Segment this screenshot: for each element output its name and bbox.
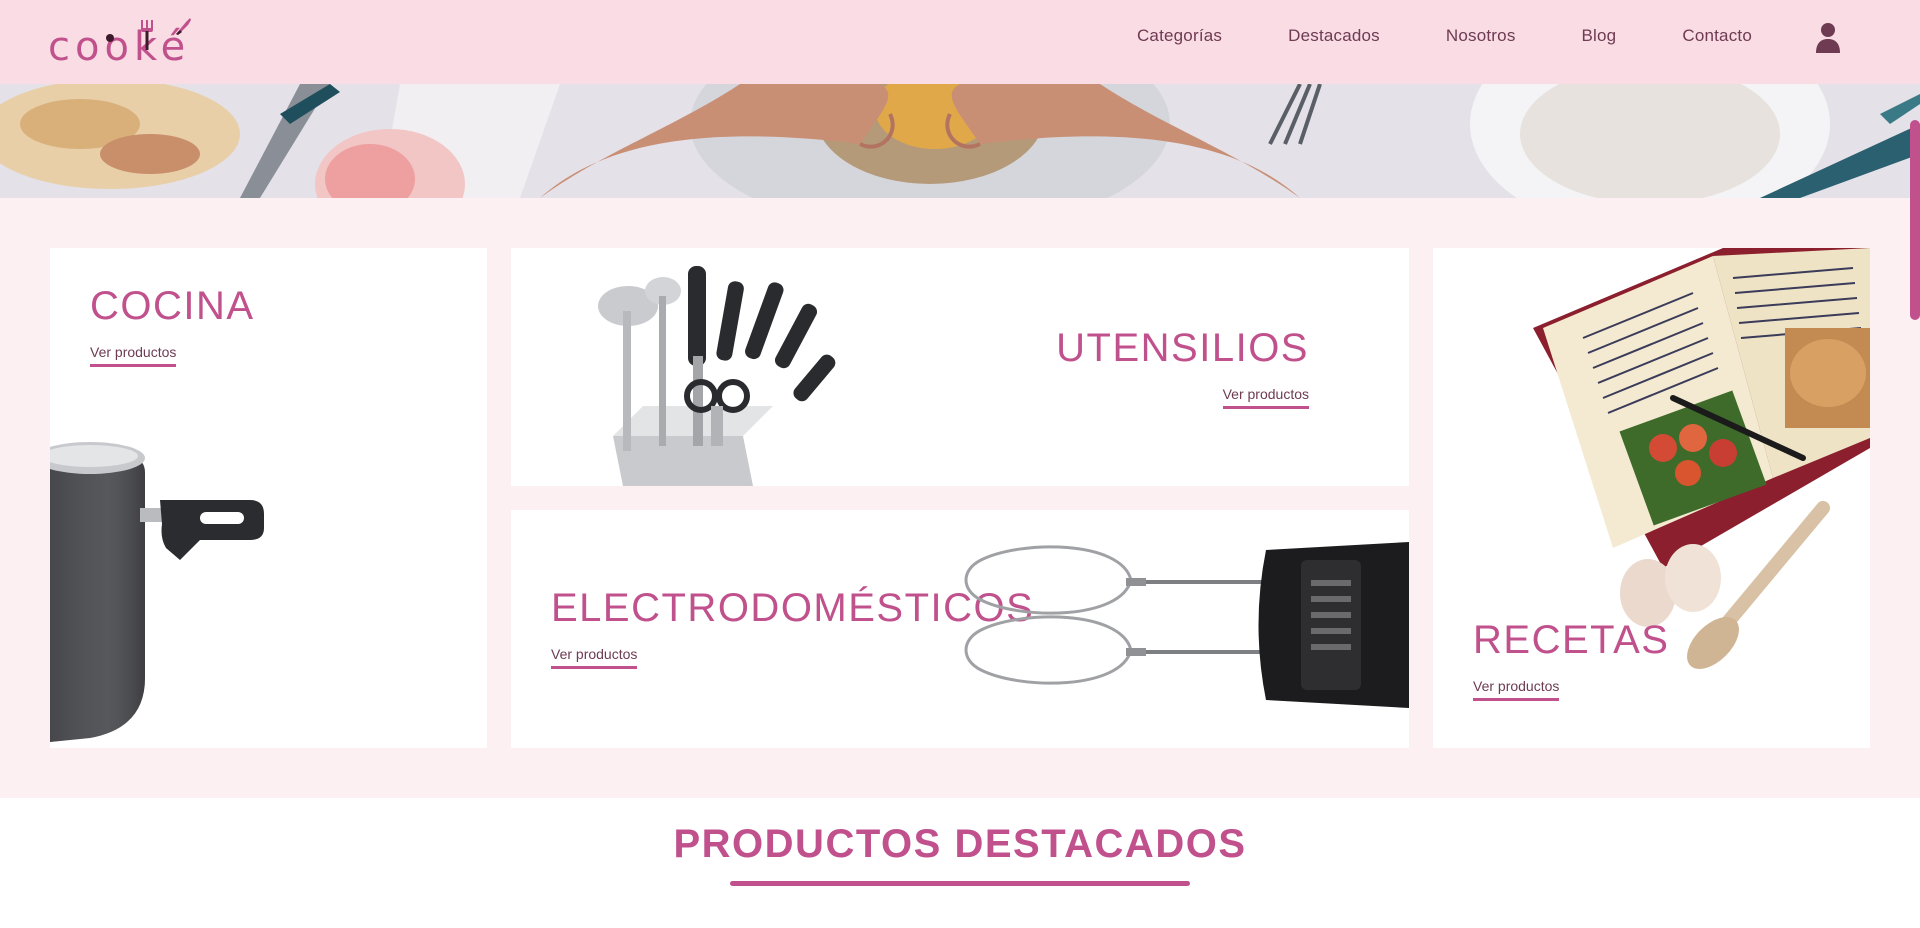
knife-icon [176, 18, 191, 35]
category-card-utensilios[interactable]: UTENSILIOS Ver productos [511, 248, 1409, 486]
nav-destacados[interactable]: Destacados [1288, 26, 1380, 46]
knife-block-image [598, 266, 836, 486]
featured-products-section: PRODUCTOS DESTACADOS [0, 798, 1920, 928]
top-navbar: cooké Categorías Destacados Nosotros Blo… [0, 0, 1920, 84]
logo-dot [106, 34, 114, 42]
category-card-electrodomesticos[interactable]: ELECTRODOMÉSTICOS Ver productos [511, 510, 1409, 748]
fork-icon [141, 20, 153, 50]
category-card-recetas[interactable]: RECETAS Ver productos [1433, 248, 1870, 748]
hero-banner [0, 84, 1920, 198]
nav-categorias[interactable]: Categorías [1137, 26, 1222, 46]
categories-section: COCINA Ver productos UTENSILIOS Ver prod… [0, 198, 1920, 798]
ver-productos-cocina-link[interactable]: Ver productos [90, 344, 177, 367]
featured-products-title: PRODUCTOS DESTACADOS [673, 822, 1247, 866]
category-title-utensilios: UTENSILIOS [1056, 326, 1309, 370]
recipe-book-image [1533, 248, 1870, 669]
nav-contacto[interactable]: Contacto [1682, 26, 1752, 46]
category-title-cocina: COCINA [90, 284, 255, 328]
pot-image [50, 442, 264, 742]
main-nav: Categorías Destacados Nosotros Blog Cont… [1071, 26, 1752, 46]
brand-logo[interactable]: cooké [48, 16, 208, 70]
ver-productos-utensilios-link[interactable]: Ver productos [1222, 386, 1309, 409]
ver-productos-recetas-link[interactable]: Ver productos [1473, 678, 1560, 701]
nav-nosotros[interactable]: Nosotros [1446, 26, 1516, 46]
hand-mixer-image [964, 542, 1409, 708]
user-icon[interactable] [1814, 22, 1842, 54]
hero-cooking-image [0, 84, 1920, 198]
nav-blog[interactable]: Blog [1582, 26, 1617, 46]
category-card-cocina[interactable]: COCINA Ver productos [50, 248, 487, 748]
page-scrollbar[interactable] [1910, 120, 1920, 320]
featured-title-underline [730, 881, 1190, 886]
logo-wordmark: cooké [48, 24, 191, 70]
category-title-recetas: RECETAS [1473, 618, 1670, 662]
ver-productos-electrodomesticos-link[interactable]: Ver productos [551, 646, 638, 669]
